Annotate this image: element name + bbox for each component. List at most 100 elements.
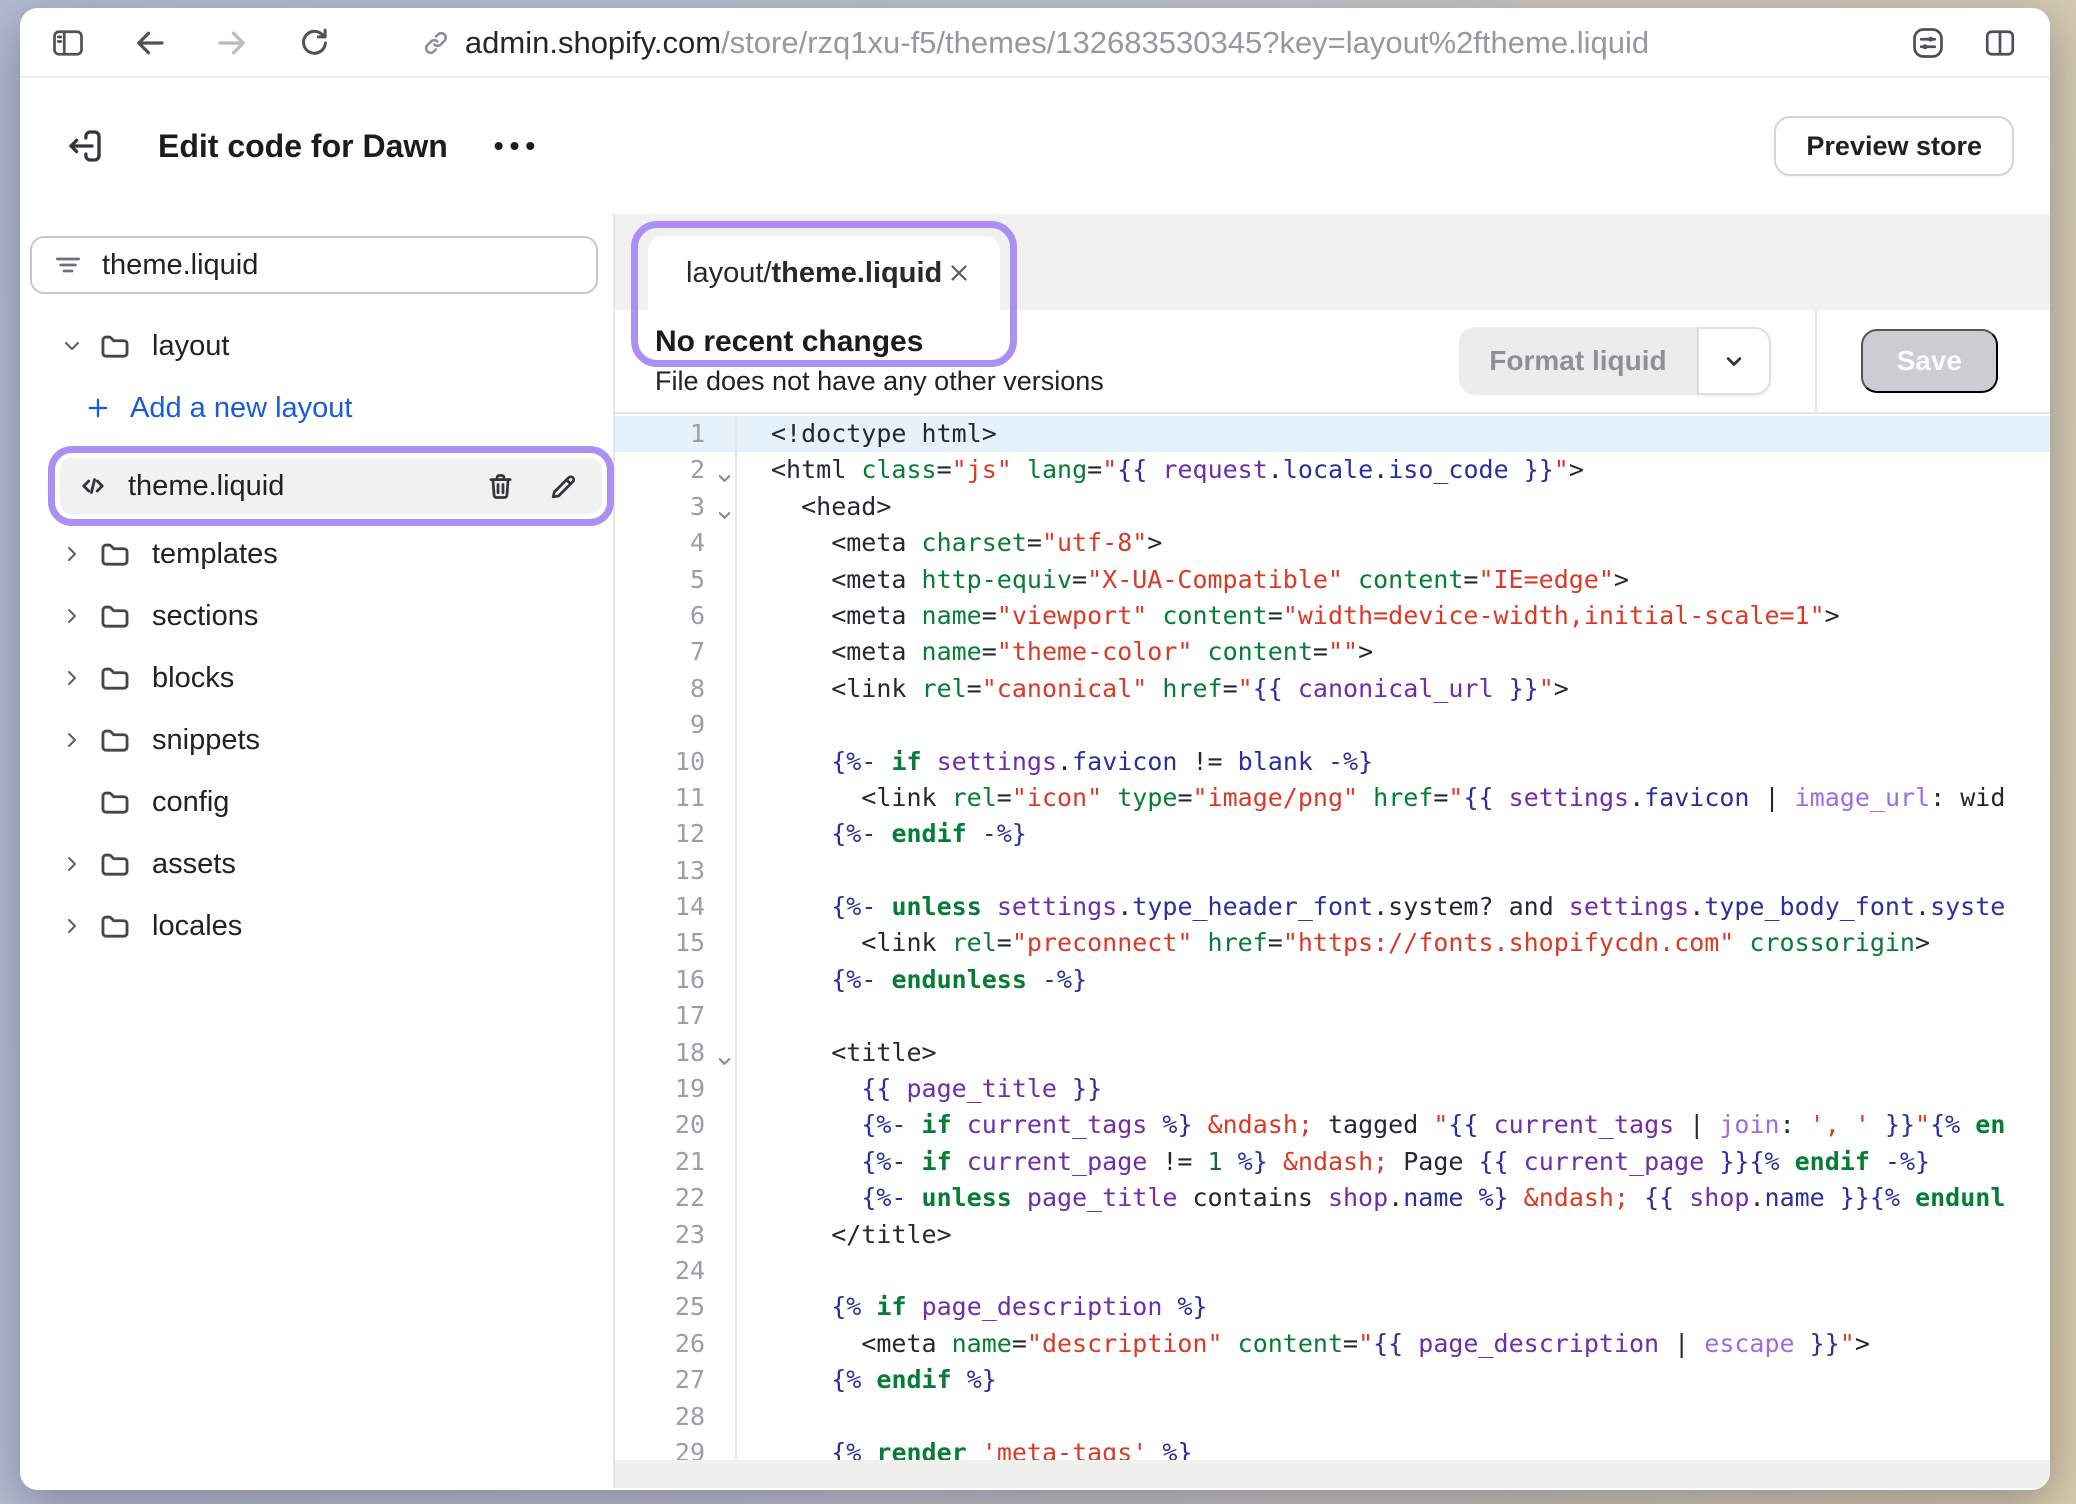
code-text[interactable]: {%- if settings.favicon != blank -%}: [737, 744, 1373, 780]
code-text[interactable]: {{ page_title }}: [737, 1071, 1102, 1107]
line-number[interactable]: 21: [615, 1144, 737, 1180]
line-number[interactable]: 25: [615, 1289, 737, 1325]
code-text[interactable]: [737, 1253, 771, 1289]
format-liquid-button[interactable]: Format liquid: [1459, 327, 1696, 395]
code-line[interactable]: 1<!doctype html>: [615, 416, 2050, 452]
code-line[interactable]: 7 <meta name="theme-color" content="">: [615, 634, 2050, 670]
code-line[interactable]: 10 {%- if settings.favicon != blank -%}: [615, 744, 2050, 780]
sidebar-item-snippets[interactable]: snippets: [20, 714, 613, 766]
code-line[interactable]: 3 <head>: [615, 489, 2050, 525]
chevron-right-icon[interactable]: [60, 604, 84, 628]
code-text[interactable]: {% if page_description %}: [737, 1289, 1208, 1325]
code-text[interactable]: <meta http-equiv="X-UA-Compatible" conte…: [737, 562, 1629, 598]
line-number[interactable]: 28: [615, 1399, 737, 1435]
code-line[interactable]: 23 </title>: [615, 1217, 2050, 1253]
sidebar-toggle-icon[interactable]: [50, 25, 86, 61]
code-line[interactable]: 2<html class="js" lang="{{ request.local…: [615, 452, 2050, 488]
line-number[interactable]: 24: [615, 1253, 737, 1289]
fold-toggle-icon[interactable]: [715, 499, 734, 518]
code-text[interactable]: <meta name="description" content="{{ pag…: [737, 1326, 1870, 1362]
line-number[interactable]: 16: [615, 962, 737, 998]
code-line[interactable]: 14 {%- unless settings.type_header_font.…: [615, 889, 2050, 925]
chevron-right-icon[interactable]: [60, 728, 84, 752]
line-number[interactable]: 5: [615, 562, 737, 598]
tab-layout-theme-liquid[interactable]: layout/theme.liquid: [648, 236, 1000, 310]
code-text[interactable]: {%- endunless -%}: [737, 962, 1087, 998]
format-options-dropdown[interactable]: [1697, 327, 1771, 395]
line-number[interactable]: 29: [615, 1435, 737, 1460]
code-text[interactable]: <meta charset="utf-8">: [737, 525, 1162, 561]
line-number[interactable]: 27: [615, 1362, 737, 1398]
code-line[interactable]: 18 <title>: [615, 1035, 2050, 1071]
code-text[interactable]: <title>: [737, 1035, 937, 1071]
sidebar-item-blocks[interactable]: blocks: [20, 652, 613, 704]
code-text[interactable]: <link rel="preconnect" href="https://fon…: [737, 925, 1930, 961]
sidebar-item-add-a-new-layout[interactable]: Add a new layout: [20, 382, 613, 434]
code-line[interactable]: 24: [615, 1253, 2050, 1289]
edit-icon[interactable]: [547, 470, 580, 503]
sidebar-item-templates[interactable]: templates: [20, 528, 613, 580]
search-input[interactable]: [102, 249, 576, 282]
back-arrow-icon[interactable]: [132, 25, 168, 61]
code-text[interactable]: <meta name="viewport" content="width=dev…: [737, 598, 1840, 634]
sidebar-item-assets[interactable]: assets: [20, 838, 613, 890]
line-number[interactable]: 10: [615, 744, 737, 780]
code-text[interactable]: {%- unless settings.type_header_font.sys…: [737, 889, 2005, 925]
forward-arrow-icon[interactable]: [214, 25, 250, 61]
chevron-right-icon[interactable]: [60, 914, 84, 938]
code-line[interactable]: 29 {% render 'meta-tags' %}: [615, 1435, 2050, 1460]
more-actions-button[interactable]: •••: [494, 130, 541, 162]
close-icon[interactable]: [946, 260, 972, 286]
chevron-right-icon[interactable]: [60, 666, 84, 690]
line-number[interactable]: 9: [615, 707, 737, 743]
code-line[interactable]: 28: [615, 1399, 2050, 1435]
line-number[interactable]: 8: [615, 671, 737, 707]
line-number[interactable]: 12: [615, 816, 737, 852]
address-bar[interactable]: admin.shopify.com/store/rzq1xu-f5/themes…: [421, 8, 1649, 78]
code-text[interactable]: {%- endif -%}: [737, 816, 1027, 852]
code-text[interactable]: [737, 1399, 771, 1435]
line-number[interactable]: 13: [615, 853, 737, 889]
code-editor[interactable]: 1<!doctype html>2<html class="js" lang="…: [615, 414, 2050, 1460]
code-line[interactable]: 17: [615, 998, 2050, 1034]
line-number[interactable]: 4: [615, 525, 737, 561]
code-text[interactable]: <head>: [737, 489, 891, 525]
line-number[interactable]: 2: [615, 452, 737, 488]
fold-toggle-icon[interactable]: [715, 462, 734, 481]
line-number[interactable]: 18: [615, 1035, 737, 1071]
line-number[interactable]: 26: [615, 1326, 737, 1362]
exit-editor-icon[interactable]: [64, 125, 106, 167]
code-text[interactable]: {% render 'meta-tags' %}: [737, 1435, 1193, 1460]
code-line[interactable]: 5 <meta http-equiv="X-UA-Compatible" con…: [615, 562, 2050, 598]
line-number[interactable]: 11: [615, 780, 737, 816]
page-settings-icon[interactable]: [1910, 25, 1946, 61]
code-line[interactable]: 26 <meta name="description" content="{{ …: [615, 1326, 2050, 1362]
code-line[interactable]: 15 <link rel="preconnect" href="https://…: [615, 925, 2050, 961]
code-text[interactable]: [737, 707, 771, 743]
line-number[interactable]: 6: [615, 598, 737, 634]
preview-store-button[interactable]: Preview store: [1774, 116, 2014, 176]
code-text[interactable]: [737, 998, 771, 1034]
code-line[interactable]: 8 <link rel="canonical" href="{{ canonic…: [615, 671, 2050, 707]
code-text[interactable]: </title>: [737, 1217, 952, 1253]
code-line[interactable]: 25 {% if page_description %}: [615, 1289, 2050, 1325]
code-text[interactable]: {%- unless page_title contains shop.name…: [737, 1180, 2005, 1216]
line-number[interactable]: 23: [615, 1217, 737, 1253]
code-line[interactable]: 12 {%- endif -%}: [615, 816, 2050, 852]
line-number[interactable]: 15: [615, 925, 737, 961]
sidebar-item-theme-liquid[interactable]: theme.liquid: [60, 458, 602, 514]
save-button[interactable]: Save: [1861, 329, 1998, 393]
code-line[interactable]: 27 {% endif %}: [615, 1362, 2050, 1398]
code-line[interactable]: 16 {%- endunless -%}: [615, 962, 2050, 998]
code-text[interactable]: {%- if current_tags %} &ndash; tagged "{…: [737, 1107, 2005, 1143]
sidebar-item-config[interactable]: config: [20, 776, 613, 828]
code-text[interactable]: <link rel="canonical" href="{{ canonical…: [737, 671, 1569, 707]
code-text[interactable]: {%- if current_page != 1 %} &ndash; Page…: [737, 1144, 1930, 1180]
split-view-icon[interactable]: [1982, 25, 2018, 61]
code-text[interactable]: [737, 853, 771, 889]
line-number[interactable]: 22: [615, 1180, 737, 1216]
code-line[interactable]: 21 {%- if current_page != 1 %} &ndash; P…: [615, 1144, 2050, 1180]
line-number[interactable]: 1: [615, 416, 737, 452]
code-line[interactable]: 9: [615, 707, 2050, 743]
fold-toggle-icon[interactable]: [715, 1045, 734, 1064]
